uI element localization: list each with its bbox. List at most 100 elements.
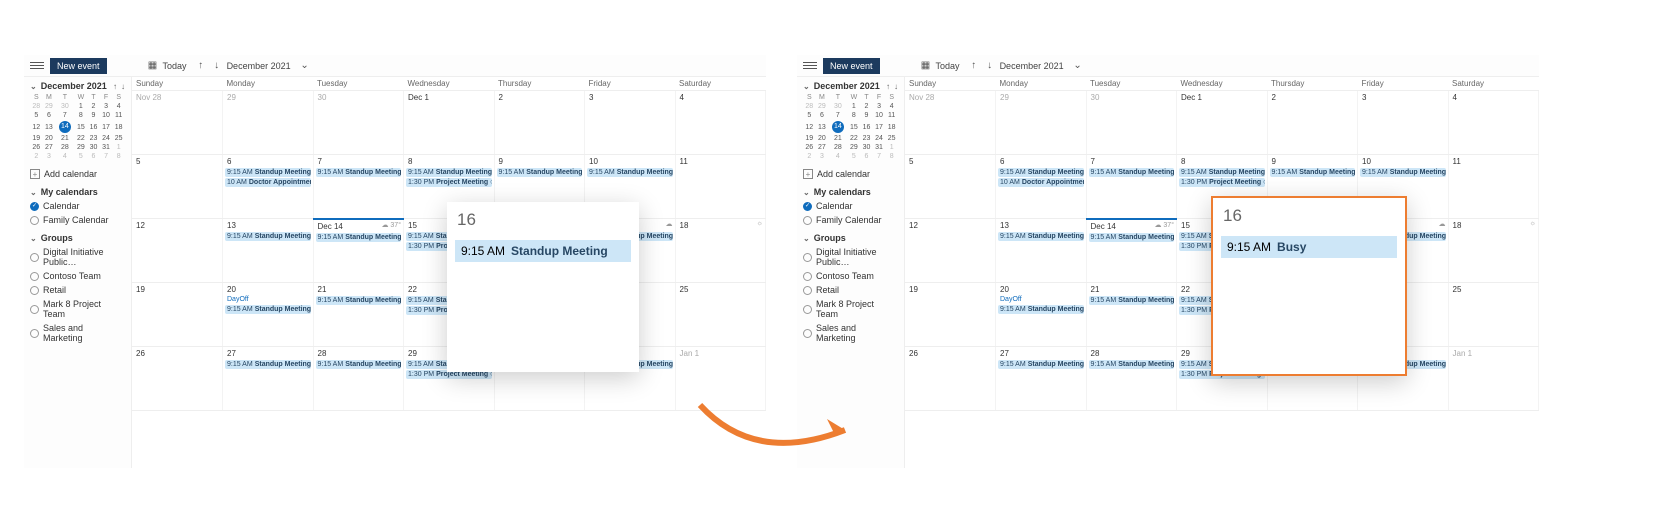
calendar-item[interactable]: Calendar [803,199,898,213]
day-cell[interactable]: 5 [905,155,996,219]
group-checkbox[interactable] [30,272,39,281]
day-cell[interactable]: 11 [1448,155,1539,219]
group-item[interactable]: Retail [30,283,125,297]
mini-day[interactable]: 2 [803,152,816,161]
day-cell[interactable]: Dec 14☁ 37°9:15 AM Standup Meeting⟳ [1086,219,1177,283]
calendar-event[interactable]: 9:15 AM Standup Meeting⟳ [587,168,673,177]
mini-day[interactable]: 12 [30,120,43,134]
day-cell[interactable]: 4 [675,91,766,155]
calendar-event[interactable]: 1:30 PM Project Meeting⟳ [1179,178,1265,187]
mini-day[interactable]: 10 [100,111,113,120]
mini-day[interactable]: 13 [43,120,56,134]
group-item[interactable]: Digital Initiative Public… [30,245,125,269]
day-cell[interactable]: 219:15 AM Standup Meeting⟳ [313,283,404,347]
mini-day[interactable]: 11 [112,111,125,120]
calendar-checkbox[interactable] [30,216,39,225]
group-checkbox[interactable] [30,329,39,338]
prev-arrow-icon[interactable]: ↑ [195,60,207,72]
mini-day[interactable]: 23 [87,134,100,143]
next-arrow-icon[interactable]: ↓ [984,60,996,72]
mini-day[interactable]: 15 [75,120,88,134]
day-cell[interactable]: 29 [223,91,314,155]
day-cell[interactable]: Nov 28 [132,91,223,155]
mini-day[interactable]: 14 [828,120,847,134]
calendar-item[interactable]: Family Calendar [803,213,898,227]
day-cell[interactable]: 279:15 AM Standup Meeting⟳ [996,347,1087,411]
day-cell[interactable]: 69:15 AM Standup Meeting⟳10 AM Doctor Ap… [996,155,1087,219]
mini-day[interactable]: 1 [848,102,861,111]
group-item[interactable]: Sales and Marketing [30,321,125,345]
mini-day[interactable]: 5 [30,111,43,120]
group-checkbox[interactable] [30,305,39,314]
chevron-down-icon[interactable]: ⌄ [803,82,810,91]
day-cell[interactable]: 139:15 AM Standup Meeting⟳ [223,219,314,283]
add-calendar-button[interactable]: +Add calendar [30,167,125,181]
day-cell[interactable]: 25 [675,283,766,347]
mini-day[interactable]: 27 [816,143,829,152]
mini-day[interactable]: 26 [30,143,43,152]
mini-day[interactable]: 27 [43,143,56,152]
calendar-item[interactable]: Calendar [30,199,125,213]
chevron-down-icon[interactable]: ⌄ [1072,60,1084,72]
mini-day[interactable]: 12 [803,120,816,134]
day-cell[interactable]: 289:15 AM Standup Meeting⟳ [313,347,404,411]
mini-day[interactable]: 24 [873,134,886,143]
mini-day[interactable]: 9 [87,111,100,120]
day-cell[interactable]: 289:15 AM Standup Meeting⟳ [1086,347,1177,411]
peek-event[interactable]: 9:15 AM Busy [1221,236,1397,258]
mini-day[interactable]: 30 [860,143,873,152]
mini-day[interactable]: 29 [848,143,861,152]
group-checkbox[interactable] [803,286,812,295]
day-cell[interactable]: 25 [1448,283,1539,347]
next-month-icon[interactable]: ↓ [121,82,125,91]
group-checkbox[interactable] [30,286,39,295]
mini-day[interactable]: 4 [55,152,74,161]
mini-day[interactable]: 29 [75,143,88,152]
day-cell[interactable]: 3 [585,91,676,155]
groups-header[interactable]: ⌄Groups [30,231,125,245]
day-cell[interactable]: Dec 1 [404,91,495,155]
mini-day[interactable]: 17 [873,120,886,134]
mini-day[interactable]: 4 [112,102,125,111]
mini-day[interactable]: 29 [43,102,56,111]
mini-day[interactable]: 1 [75,102,88,111]
mini-day[interactable]: 7 [55,111,74,120]
day-cell[interactable]: 20DayOff9:15 AM Standup Meeting⟳ [223,283,314,347]
mini-day[interactable]: 31 [873,143,886,152]
day-cell[interactable]: 11 [675,155,766,219]
mini-day[interactable]: 7 [828,111,847,120]
nav-toggle-icon[interactable] [30,62,44,69]
day-cell[interactable]: Dec 14☁ 37°9:15 AM Standup Meeting⟳ [313,219,404,283]
group-checkbox[interactable] [30,253,39,262]
mini-day[interactable]: 4 [828,152,847,161]
mini-day[interactable]: 22 [848,134,861,143]
calendar-event[interactable]: 9:15 AM Standup Meeting⟳ [316,296,402,305]
mini-day[interactable]: 2 [87,102,100,111]
group-checkbox[interactable] [803,253,812,262]
mini-day[interactable]: 3 [100,102,113,111]
calendar-checkbox[interactable] [803,202,812,211]
add-calendar-button[interactable]: +Add calendar [803,167,898,181]
mini-day[interactable]: 21 [828,134,847,143]
calendar-event[interactable]: 9:15 AM Standup Meeting⟳ [998,360,1084,369]
my-calendars-header[interactable]: ⌄My calendars [30,185,125,199]
mini-day[interactable]: 28 [803,102,816,111]
mini-day[interactable]: 5 [803,111,816,120]
mini-day[interactable]: 19 [30,134,43,143]
mini-day[interactable]: 23 [860,134,873,143]
calendar-checkbox[interactable] [803,216,812,225]
mini-day[interactable]: 20 [816,134,829,143]
group-checkbox[interactable] [803,272,812,281]
group-item[interactable]: Contoso Team [30,269,125,283]
groups-header[interactable]: ⌄Groups [803,231,898,245]
day-cell[interactable]: 279:15 AM Standup Meeting⟳ [223,347,314,411]
calendar-event[interactable]: 9:15 AM Standup Meeting⟳ [497,168,583,177]
calendar-icon[interactable]: ▦ [147,60,159,72]
mini-day[interactable]: 6 [816,111,829,120]
prev-arrow-icon[interactable]: ↑ [968,60,980,72]
mini-day[interactable]: 8 [112,152,125,161]
day-cell[interactable]: Dec 1 [1177,91,1268,155]
mini-day[interactable]: 1 [112,143,125,152]
calendar-event[interactable]: 9:15 AM Standup Meeting⟳ [1089,360,1175,369]
day-cell[interactable]: 30 [1086,91,1177,155]
